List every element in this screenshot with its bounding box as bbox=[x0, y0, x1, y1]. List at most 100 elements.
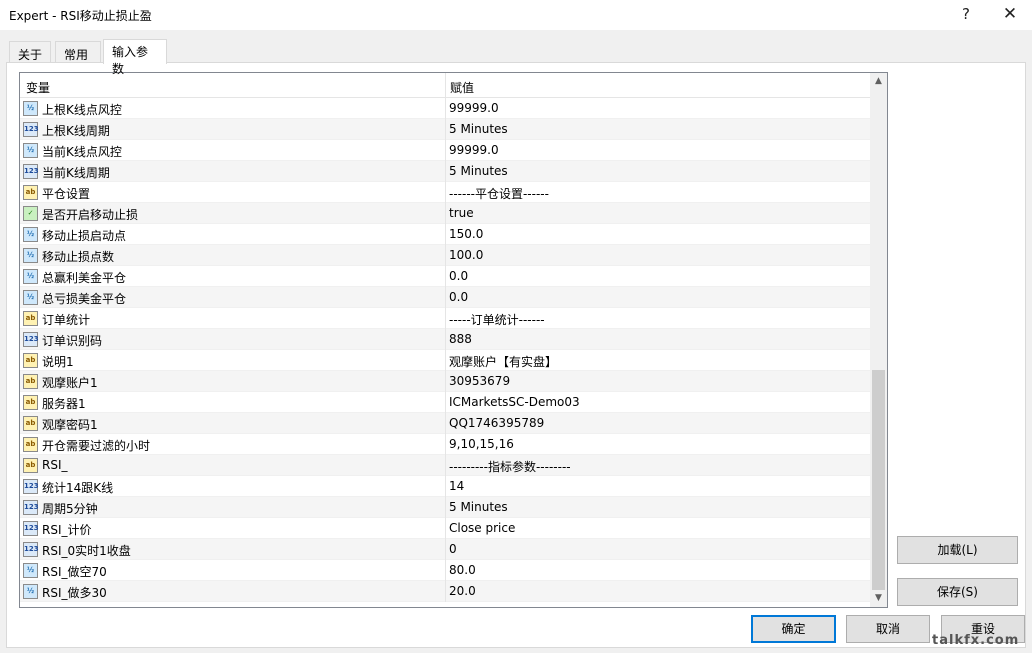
parameter-value[interactable]: 888 bbox=[449, 332, 472, 346]
column-header-variable[interactable]: 变量 bbox=[26, 79, 50, 96]
table-row[interactable]: ½ 总赢利美金平仓 0.0 bbox=[20, 266, 870, 287]
parameter-name: 上根K线周期 bbox=[42, 124, 110, 138]
save-button[interactable]: 保存(S) bbox=[897, 578, 1018, 606]
parameter-value[interactable]: 99999.0 bbox=[449, 143, 499, 157]
table-row[interactable]: ½ 总亏损美金平仓 0.0 bbox=[20, 287, 870, 308]
column-header-value[interactable]: 赋值 bbox=[450, 79, 474, 96]
grid-rows: ½ 上根K线点风控 99999.0 123 上根K线周期 5 Minutes ½ 当前K线点风… bbox=[20, 98, 870, 602]
parameter-name: 总赢利美金平仓 bbox=[42, 271, 127, 285]
double-icon: ½ bbox=[23, 248, 38, 263]
cancel-button[interactable]: 取消 bbox=[846, 615, 930, 643]
parameter-value[interactable]: 20.0 bbox=[449, 584, 476, 598]
scroll-down-arrow-icon[interactable]: ▼ bbox=[870, 590, 887, 607]
parameter-value[interactable]: -----订单统计------ bbox=[449, 311, 545, 328]
table-row[interactable]: ab RSI_ ---------指标参数-------- bbox=[20, 455, 870, 476]
parameter-value[interactable]: 9,10,15,16 bbox=[449, 437, 514, 451]
window-title: Expert - RSI移动止损止盈 bbox=[9, 9, 152, 23]
table-row[interactable]: ½ 移动止损点数 100.0 bbox=[20, 245, 870, 266]
tab-common[interactable]: 常用 bbox=[55, 41, 101, 63]
parameter-value[interactable]: 99999.0 bbox=[449, 101, 499, 115]
row-column-separator bbox=[445, 350, 446, 371]
scroll-up-arrow-icon[interactable]: ▲ bbox=[870, 73, 887, 90]
integer-icon: 123 bbox=[23, 500, 39, 515]
parameter-value[interactable]: ---------指标参数-------- bbox=[449, 458, 571, 475]
string-icon: ab bbox=[23, 374, 38, 389]
table-row[interactable]: ab 服务器1 ICMarketsSC-Demo03 bbox=[20, 392, 870, 413]
table-row[interactable]: ab 平仓设置 ------平仓设置------ bbox=[20, 182, 870, 203]
close-button[interactable]: ✕ bbox=[988, 0, 1032, 30]
table-row[interactable]: 123 周期5分钟 5 Minutes bbox=[20, 497, 870, 518]
parameter-value[interactable]: 80.0 bbox=[449, 563, 476, 577]
parameter-name: 订单识别码 bbox=[42, 334, 103, 348]
row-column-separator bbox=[445, 392, 446, 413]
row-column-separator bbox=[445, 119, 446, 140]
column-separator[interactable] bbox=[445, 73, 446, 98]
watermark-text: talkfx.com bbox=[932, 633, 1020, 648]
title-bar: Expert - RSI移动止损止盈 ? ✕ bbox=[0, 0, 1032, 30]
table-row[interactable]: 123 RSI_0实时1收盘 0 bbox=[20, 539, 870, 560]
parameter-name: 说明1 bbox=[42, 355, 74, 369]
table-row[interactable]: ½ RSI_做空70 80.0 bbox=[20, 560, 870, 581]
row-column-separator bbox=[445, 497, 446, 518]
parameter-value[interactable]: 0.0 bbox=[449, 269, 468, 283]
table-row[interactable]: 123 RSI_计价 Close price bbox=[20, 518, 870, 539]
parameter-name: 当前K线点风控 bbox=[42, 145, 122, 159]
parameter-name: 观摩账户1 bbox=[42, 376, 98, 390]
table-row[interactable]: ½ 当前K线点风控 99999.0 bbox=[20, 140, 870, 161]
parameter-name: RSI_ bbox=[42, 458, 68, 472]
parameter-value[interactable]: 5 Minutes bbox=[449, 500, 508, 514]
parameter-value[interactable]: 150.0 bbox=[449, 227, 483, 241]
parameter-value[interactable]: 100.0 bbox=[449, 248, 483, 262]
table-row[interactable]: ✓ 是否开启移动止损 true bbox=[20, 203, 870, 224]
table-row[interactable]: ab 观摩密码1 QQ1746395789 bbox=[20, 413, 870, 434]
ok-button[interactable]: 确定 bbox=[751, 615, 836, 643]
table-row[interactable]: ab 开仓需要过滤的小时 9,10,15,16 bbox=[20, 434, 870, 455]
table-row[interactable]: ½ RSI_做多30 20.0 bbox=[20, 581, 870, 602]
parameter-name: 平仓设置 bbox=[42, 187, 91, 201]
parameter-value[interactable]: 14 bbox=[449, 479, 464, 493]
string-icon: ab bbox=[23, 458, 38, 473]
table-row[interactable]: 123 上根K线周期 5 Minutes bbox=[20, 119, 870, 140]
parameter-value[interactable]: 30953679 bbox=[449, 374, 510, 388]
load-button[interactable]: 加载(L) bbox=[897, 536, 1018, 564]
row-column-separator bbox=[445, 539, 446, 560]
table-row[interactable]: ½ 上根K线点风控 99999.0 bbox=[20, 98, 870, 119]
parameter-value[interactable]: ICMarketsSC-Demo03 bbox=[449, 395, 580, 409]
double-icon: ½ bbox=[23, 227, 38, 242]
double-icon: ½ bbox=[23, 101, 38, 116]
table-row[interactable]: 123 当前K线周期 5 Minutes bbox=[20, 161, 870, 182]
parameter-value[interactable]: 0 bbox=[449, 542, 457, 556]
string-icon: ab bbox=[23, 416, 38, 431]
parameter-name: 移动止损点数 bbox=[42, 250, 115, 264]
scroll-thumb[interactable] bbox=[872, 370, 885, 590]
table-row[interactable]: ab 说明1 观摩账户【有实盘】 bbox=[20, 350, 870, 371]
parameter-name: 统计14跟K线 bbox=[42, 481, 114, 495]
row-column-separator bbox=[445, 224, 446, 245]
parameter-value[interactable]: 5 Minutes bbox=[449, 164, 508, 178]
table-row[interactable]: 123 订单识别码 888 bbox=[20, 329, 870, 350]
table-row[interactable]: ½ 移动止损启动点 150.0 bbox=[20, 224, 870, 245]
table-row[interactable]: ab 订单统计 -----订单统计------ bbox=[20, 308, 870, 329]
row-column-separator bbox=[445, 476, 446, 497]
table-row[interactable]: 123 统计14跟K线 14 bbox=[20, 476, 870, 497]
parameter-value[interactable]: 0.0 bbox=[449, 290, 468, 304]
vertical-scrollbar[interactable]: ▲ ▼ bbox=[870, 73, 887, 607]
table-row[interactable]: ab 观摩账户1 30953679 bbox=[20, 371, 870, 392]
parameter-value[interactable]: ------平仓设置------ bbox=[449, 185, 549, 202]
parameter-value[interactable]: Close price bbox=[449, 521, 515, 535]
parameter-value[interactable]: 观摩账户【有实盘】 bbox=[449, 353, 557, 370]
tab-about[interactable]: 关于 bbox=[9, 41, 51, 63]
row-column-separator bbox=[445, 413, 446, 434]
parameter-name: 移动止损启动点 bbox=[42, 229, 127, 243]
parameter-value[interactable]: true bbox=[449, 206, 474, 220]
bool-icon: ✓ bbox=[23, 206, 38, 221]
help-button[interactable]: ? bbox=[944, 0, 988, 30]
integer-icon: 123 bbox=[23, 122, 39, 137]
tab-inputs[interactable]: 输入参数 bbox=[103, 39, 167, 76]
parameter-name: 是否开启移动止损 bbox=[42, 208, 139, 222]
parameter-value[interactable]: QQ1746395789 bbox=[449, 416, 544, 430]
row-column-separator bbox=[445, 308, 446, 329]
parameter-value[interactable]: 5 Minutes bbox=[449, 122, 508, 136]
row-column-separator bbox=[445, 455, 446, 476]
parameters-grid[interactable]: 变量 赋值 ½ 上根K线点风控 99999.0 123 上根K线周期 5 Minutes ½… bbox=[19, 72, 888, 608]
